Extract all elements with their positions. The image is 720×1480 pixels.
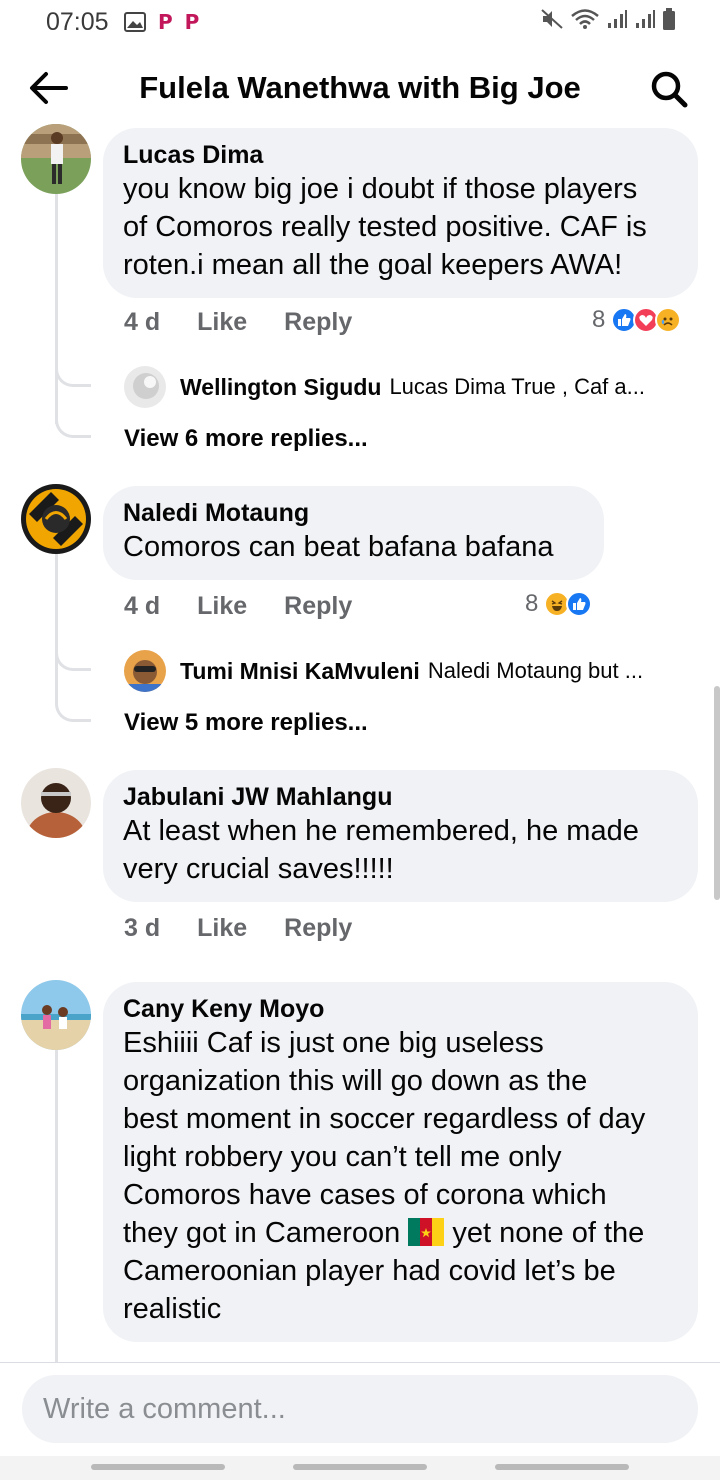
reply-text: Lucas Dima True , Caf a... — [389, 374, 645, 399]
comment-text-line: roten.i mean all the goal keepers AWA! — [123, 249, 623, 281]
view-more-replies[interactable]: View 6 more replies... — [124, 425, 368, 453]
app-notification-icon-2: P — [184, 10, 200, 34]
avatar[interactable] — [21, 768, 91, 838]
like-button[interactable]: Like — [197, 308, 247, 337]
avatar-photo — [21, 980, 91, 1050]
comment-actions: 4 d Like Reply — [124, 592, 389, 621]
reply-preview[interactable]: Tumi Mnisi KaMvuleni Naledi Motaung but … — [124, 650, 643, 692]
mute-icon — [541, 9, 563, 29]
comment-author[interactable]: Lucas Dima — [123, 140, 678, 170]
avatar-photo — [21, 768, 91, 838]
signal-icon — [608, 10, 627, 28]
app-notification-icon: P — [158, 10, 173, 34]
comment-text-line: At least when he remembered, he made — [123, 815, 639, 847]
like-button[interactable]: Like — [197, 592, 247, 621]
comment-text-line: Comoros have cases of corona which — [123, 1179, 607, 1211]
comment-actions: 4 d Like Reply — [124, 308, 389, 337]
avatar-photo — [21, 124, 91, 194]
reaction-count: 8 — [592, 306, 606, 333]
system-icons — [540, 8, 676, 30]
comment-actions: 3 d Like Reply — [124, 914, 389, 943]
avatar[interactable] — [21, 124, 91, 194]
page-title: Fulela Wanethwa with Big Joe — [139, 70, 581, 105]
comment-text-segment: they got in Cameroon — [123, 1217, 401, 1249]
search-icon — [651, 71, 688, 108]
comment-bubble[interactable]: Cany Keny Moyo Eshiiii Caf is just one b… — [103, 982, 698, 1342]
thread-line — [55, 1050, 58, 1362]
reply-button[interactable]: Reply — [284, 308, 352, 337]
comment-text-line: realistic — [123, 1293, 222, 1325]
wifi-icon — [571, 9, 599, 29]
thread-line — [55, 194, 58, 424]
thread-line — [55, 554, 58, 704]
comment-text-segment: yet none of the — [452, 1217, 645, 1249]
reply-button[interactable]: Reply — [284, 914, 352, 943]
comment-time: 4 d — [124, 592, 161, 620]
comment-text-line: Comoros can beat bafana bafana — [123, 531, 554, 563]
nav-home-button[interactable] — [293, 1464, 427, 1470]
cameroon-flag-icon — [408, 1218, 445, 1246]
comment-text-line: Eshiiii Caf is just one big useless — [123, 1027, 544, 1059]
thread-connector — [55, 361, 91, 387]
comment-text-line: Cameroonian player had covid let’s be — [123, 1255, 616, 1287]
reply-button[interactable]: Reply — [284, 592, 352, 621]
comment-bubble[interactable]: Naledi Motaung Comoros can beat bafana b… — [103, 486, 604, 580]
avatar-photo — [21, 484, 91, 554]
comment-author[interactable]: Naledi Motaung — [123, 498, 584, 528]
comment-bubble[interactable]: Jabulani JW Mahlangu At least when he re… — [103, 770, 698, 902]
comment-time: 3 d — [124, 914, 161, 942]
reaction-summary[interactable]: 8 — [525, 590, 593, 618]
gallery-icon — [124, 12, 146, 32]
comment-text-line: they got in Cameroon yet none of the — [123, 1214, 678, 1252]
comment-text-line: of Comoros really tested positive. CAF i… — [123, 211, 647, 243]
comment-text-line: light robbery you can’t tell me only — [123, 1141, 562, 1173]
reply-avatar — [124, 650, 166, 692]
reaction-summary[interactable]: 8 — [592, 306, 682, 334]
reaction-count: 8 — [525, 590, 539, 617]
comment-text-line: you know big joe i doubt if those player… — [123, 173, 638, 205]
reply-text: Naledi Motaung but ... — [427, 658, 644, 683]
signal-icon-2 — [636, 10, 655, 28]
reply-preview[interactable]: Wellington Sigudu Lucas Dima True , Caf … — [124, 366, 645, 408]
comment-time: 4 d — [124, 308, 161, 336]
comment-text-line: best moment in soccer regardless of day — [123, 1103, 646, 1135]
scrollbar[interactable] — [714, 686, 720, 900]
nav-back-button[interactable] — [495, 1464, 629, 1470]
status-time: 07:05 — [46, 8, 109, 36]
avatar[interactable] — [21, 980, 91, 1050]
comment-text-line: organization this will go down as the — [123, 1065, 588, 1097]
thread-connector — [55, 696, 91, 722]
reply-avatar — [124, 366, 166, 408]
sad-reaction-icon — [655, 307, 682, 333]
comment-bubble[interactable]: Lucas Dima you know big joe i doubt if t… — [103, 128, 698, 298]
view-more-replies[interactable]: View 5 more replies... — [124, 709, 368, 737]
comment-input[interactable] — [22, 1375, 698, 1443]
avatar[interactable] — [21, 484, 91, 554]
search-button[interactable] — [646, 66, 692, 112]
like-button[interactable]: Like — [197, 914, 247, 943]
thread-connector — [55, 412, 91, 438]
system-nav-bar — [0, 1456, 720, 1480]
comment-author[interactable]: Cany Keny Moyo — [123, 994, 678, 1024]
comment-author[interactable]: Jabulani JW Mahlangu — [123, 782, 678, 812]
battery-icon — [663, 8, 675, 30]
comment-text-line: very crucial saves!!!!! — [123, 853, 394, 885]
reply-author: Tumi Mnisi KaMvuleni — [180, 657, 420, 684]
nav-recents-button[interactable] — [91, 1464, 225, 1470]
comment-composer[interactable] — [22, 1375, 698, 1443]
header: Fulela Wanethwa with Big Joe — [0, 44, 720, 134]
reply-author: Wellington Sigudu — [180, 373, 382, 400]
notification-icons: P P — [124, 10, 199, 34]
like-reaction-icon — [566, 591, 593, 617]
status-bar: 07:05 P P — [0, 0, 720, 44]
thread-connector — [55, 645, 91, 671]
